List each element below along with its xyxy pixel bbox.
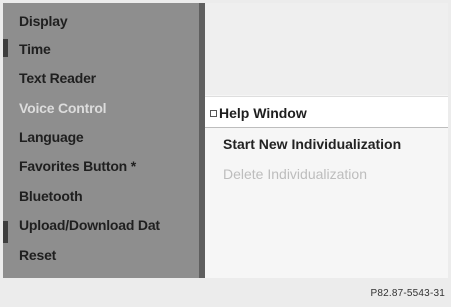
- menu-item-display[interactable]: Display: [19, 13, 199, 29]
- delete-individualization: Delete Individualization: [223, 166, 367, 182]
- menu-item-time[interactable]: Time: [19, 41, 199, 57]
- menu-item-language[interactable]: Language: [19, 129, 199, 145]
- menu-item-favorites-button[interactable]: Favorites Button *: [19, 158, 199, 174]
- menu-item-text-reader[interactable]: Text Reader: [19, 70, 199, 86]
- menu-item-bluetooth[interactable]: Bluetooth: [19, 188, 199, 204]
- help-window-label: Help Window: [219, 105, 307, 121]
- voice-control-submenu: Help Window Start New Individualization …: [205, 3, 448, 278]
- menu-item-upload-download[interactable]: Upload/Download Dat: [19, 217, 199, 233]
- start-new-individualization[interactable]: Start New Individualization: [223, 136, 401, 152]
- checkbox-icon[interactable]: [210, 110, 217, 117]
- menu-accent-bar: [3, 39, 8, 57]
- screen: Display Time Text Reader Voice Control L…: [0, 0, 451, 307]
- display-panel: Display Time Text Reader Voice Control L…: [3, 3, 448, 278]
- menu-item-reset[interactable]: Reset: [19, 247, 199, 263]
- menu-accent-bar: [3, 221, 8, 243]
- menu-item-voice-control[interactable]: Voice Control: [19, 100, 199, 116]
- submenu-blank-area: [205, 3, 448, 95]
- help-window-option[interactable]: Help Window: [205, 96, 448, 128]
- image-reference-code: P82.87-5543-31: [370, 288, 445, 299]
- settings-menu: Display Time Text Reader Voice Control L…: [3, 3, 205, 278]
